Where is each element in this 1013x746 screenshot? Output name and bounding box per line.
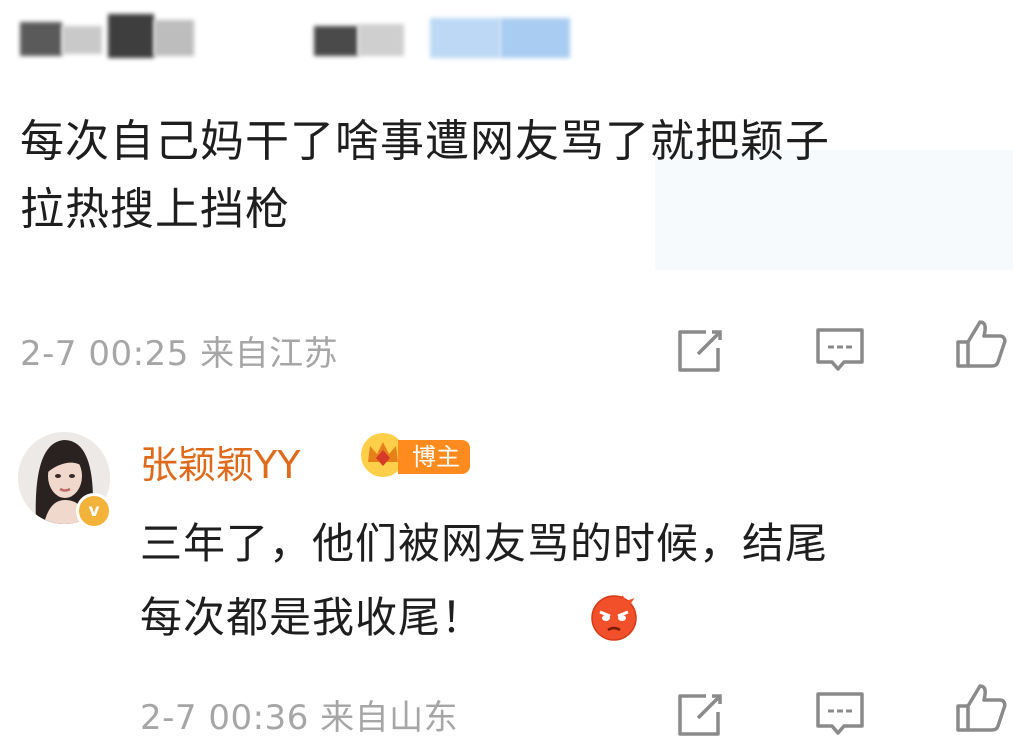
comment-button[interactable] xyxy=(812,322,868,378)
thumbs-up-icon xyxy=(956,684,1007,732)
thumbs-up-icon xyxy=(956,320,1007,368)
like-button[interactable] xyxy=(952,680,1008,736)
blurred-block xyxy=(314,26,358,56)
comment-icon xyxy=(816,328,864,371)
share-icon xyxy=(678,694,722,736)
blogger-badge: 博主 xyxy=(398,440,470,474)
blurred-block xyxy=(430,18,500,58)
location: 来自山东 xyxy=(320,698,459,738)
obscured-username-header xyxy=(0,0,1013,72)
comment-text: 每次自己妈干了啥事遭网友骂了就把颖子 xyxy=(20,116,830,167)
blurred-block xyxy=(108,14,154,58)
comment-meta: 2-7 00:25 来自江苏 xyxy=(20,326,338,375)
blurred-block xyxy=(358,24,404,56)
comment-text: 拉热搜上挡枪 xyxy=(20,184,290,235)
location: 来自江苏 xyxy=(200,334,339,374)
comment-button[interactable] xyxy=(812,686,868,742)
blurred-block xyxy=(62,26,102,54)
timestamp: 2-7 00:25 xyxy=(20,334,189,374)
comment-meta: 2-7 00:36 来自山东 xyxy=(140,690,458,739)
share-button[interactable] xyxy=(672,322,728,378)
comment-text: 三年了，他们被网友骂的时候，结尾 xyxy=(140,519,829,568)
comment-text: 每次都是我收尾！ xyxy=(140,593,485,642)
share-icon xyxy=(678,330,722,372)
share-button[interactable] xyxy=(672,686,728,742)
username[interactable]: 张颖颖YY xyxy=(140,434,300,489)
verified-badge: v xyxy=(76,493,112,529)
comment-icon xyxy=(816,692,864,735)
like-button[interactable] xyxy=(952,316,1008,372)
blurred-block xyxy=(154,20,194,56)
timestamp: 2-7 00:36 xyxy=(140,698,309,738)
angry-face-icon xyxy=(591,595,637,641)
blurred-block xyxy=(20,22,62,56)
blurred-block xyxy=(500,18,570,58)
